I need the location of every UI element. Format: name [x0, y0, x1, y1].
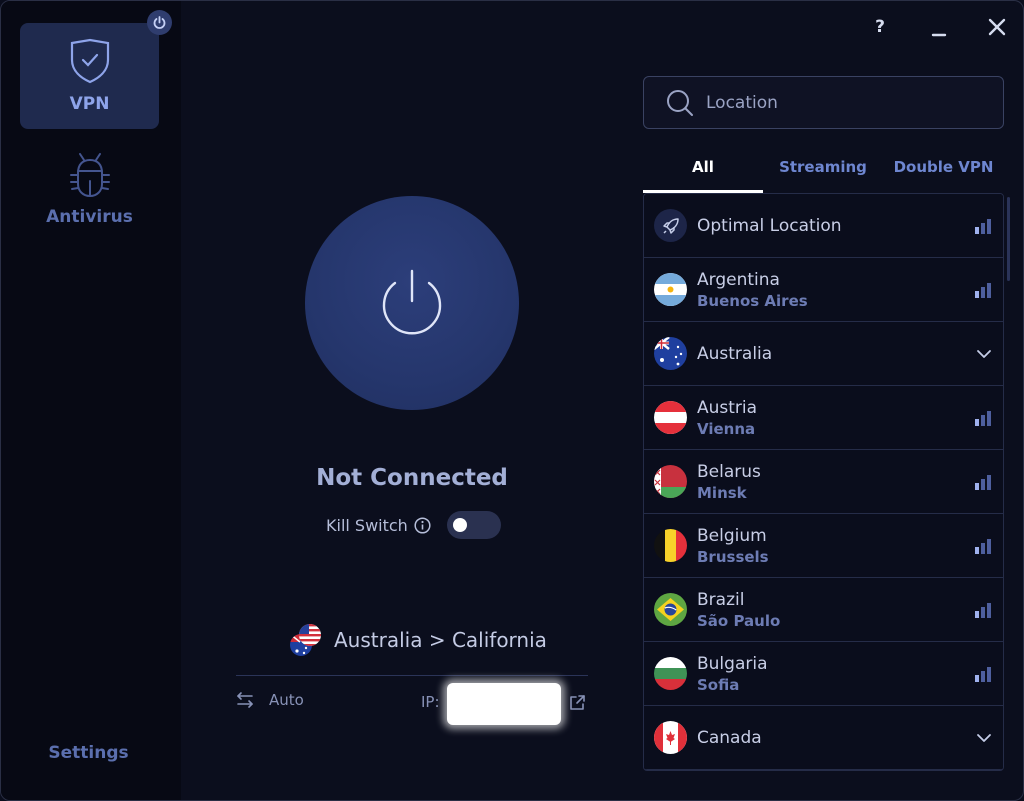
- location-row-belgium[interactable]: Belgium Brussels: [644, 514, 1003, 578]
- scrollbar-thumb[interactable]: [1007, 197, 1010, 281]
- minimize-icon: [931, 33, 947, 37]
- signal-strength-icon: [975, 602, 993, 618]
- chevron-down-icon[interactable]: [975, 345, 993, 363]
- power-icon: [382, 269, 442, 335]
- flag-bulgaria-icon: [654, 657, 687, 690]
- sidebar-item-label: VPN: [69, 94, 110, 114]
- location-name: Austria: [697, 397, 758, 418]
- ip-address-value: [447, 683, 561, 725]
- flag-canada-icon: [654, 721, 687, 754]
- selected-route[interactable]: Australia > California: [288, 621, 547, 659]
- signal-strength-icon: [975, 282, 993, 298]
- location-name: Bulgaria: [697, 653, 768, 674]
- location-name: Belarus: [697, 461, 761, 482]
- kill-switch-row: Kill Switch: [326, 511, 501, 539]
- signal-strength-icon: [975, 538, 993, 554]
- location-tabs: All Streaming Double VPN: [643, 141, 1004, 193]
- flag-brazil-icon: [654, 593, 687, 626]
- location-row-austria[interactable]: Austria Vienna: [644, 386, 1003, 450]
- protocol-selector[interactable]: Auto: [235, 691, 304, 709]
- minimize-button[interactable]: [927, 17, 951, 41]
- tab-streaming[interactable]: Streaming: [763, 141, 883, 193]
- help-button[interactable]: ?: [869, 15, 891, 39]
- close-button[interactable]: [985, 15, 1009, 39]
- location-name: Belgium: [697, 525, 767, 546]
- tab-all[interactable]: All: [643, 141, 763, 193]
- protocol-label: Auto: [269, 691, 304, 709]
- location-name: Optimal Location: [697, 215, 842, 236]
- location-name: Argentina: [697, 269, 780, 290]
- connect-power-button[interactable]: [305, 196, 519, 410]
- rocket-icon: [654, 209, 687, 242]
- flag-argentina-icon: [654, 273, 687, 306]
- tab-double-vpn[interactable]: Double VPN: [883, 141, 1004, 193]
- toggle-knob: [452, 518, 467, 532]
- close-icon: [988, 18, 1006, 36]
- quick-connect-badge[interactable]: [147, 10, 172, 35]
- signal-strength-icon: [975, 410, 993, 426]
- location-row-optimal[interactable]: Optimal Location: [644, 194, 1003, 258]
- location-list: Optimal Location Argentina Buenos Aires: [643, 193, 1004, 771]
- sidebar-item-antivirus[interactable]: Antivirus: [20, 151, 159, 251]
- location-name: Australia: [697, 343, 773, 364]
- location-city: Vienna: [697, 419, 756, 438]
- location-city: Sofia: [697, 675, 740, 694]
- flag-austria-icon: [654, 401, 687, 434]
- signal-strength-icon: [975, 474, 993, 490]
- ip-label: IP:: [421, 693, 440, 711]
- bug-icon: [69, 153, 110, 198]
- swap-arrows-icon: [237, 692, 253, 708]
- sidebar-item-vpn[interactable]: VPN: [20, 23, 159, 129]
- location-list-scrollbar[interactable]: [1007, 193, 1011, 771]
- sidebar: VPN Antivirus Settings: [1, 1, 181, 800]
- flag-belgium-icon: [654, 529, 687, 562]
- sidebar-item-label: Antivirus: [46, 207, 133, 227]
- flag-australia-icon: [654, 337, 687, 370]
- sidebar-item-settings[interactable]: Settings: [1, 743, 176, 763]
- search-icon: [667, 89, 693, 116]
- power-icon: [153, 16, 166, 29]
- location-name: Canada: [697, 727, 762, 748]
- vpn-app-window: VPN Antivirus Settings ? Not Connected K…: [0, 0, 1024, 801]
- flag-belarus-icon: [654, 465, 687, 498]
- divider: [236, 675, 588, 676]
- location-city: São Paulo: [697, 611, 781, 630]
- location-city: Buenos Aires: [697, 291, 808, 310]
- location-row-bulgaria[interactable]: Bulgaria Sofia: [644, 642, 1003, 706]
- kill-switch-toggle[interactable]: [446, 511, 501, 539]
- location-search-input[interactable]: [706, 92, 966, 113]
- shield-check-icon: [70, 38, 109, 84]
- location-row-canada[interactable]: Canada: [644, 706, 1003, 770]
- location-row-argentina[interactable]: Argentina Buenos Aires: [644, 258, 1003, 322]
- chevron-down-icon[interactable]: [975, 729, 993, 747]
- info-icon[interactable]: [414, 516, 431, 534]
- external-link-icon[interactable]: [568, 694, 586, 712]
- location-city: Minsk: [697, 483, 747, 502]
- help-icon: ?: [875, 17, 885, 37]
- signal-strength-icon: [975, 666, 993, 682]
- location-row-australia[interactable]: Australia: [644, 322, 1003, 386]
- connection-status: Not Connected: [316, 465, 508, 491]
- location-row-brazil[interactable]: Brazil São Paulo: [644, 578, 1003, 642]
- location-name: Brazil: [697, 589, 745, 610]
- location-row-belarus[interactable]: Belarus Minsk: [644, 450, 1003, 514]
- kill-switch-label: Kill Switch: [326, 515, 408, 535]
- double-flag-icon: [290, 624, 321, 656]
- location-city: Brussels: [697, 547, 769, 566]
- signal-strength-icon: [975, 218, 993, 234]
- route-label: Australia > California: [334, 628, 547, 652]
- location-search: [643, 76, 1004, 129]
